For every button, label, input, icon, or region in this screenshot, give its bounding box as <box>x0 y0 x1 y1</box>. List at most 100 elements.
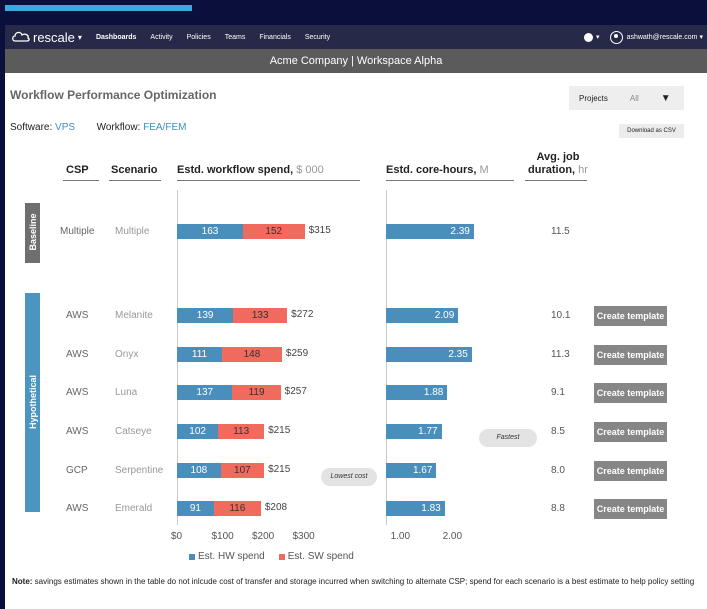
user-avatar-icon[interactable] <box>609 30 623 44</box>
nav-item-dashboards[interactable]: Dashboards <box>96 34 136 41</box>
create-template-button[interactable]: Create template <box>594 422 667 442</box>
avg-duration: 9.1 <box>551 387 565 398</box>
col-header-scenario: Scenario <box>111 164 158 176</box>
create-template-button[interactable]: Create template <box>594 499 667 519</box>
create-template-button[interactable]: Create template <box>594 306 667 326</box>
hypothetical-group-label: Hypothetical <box>28 375 38 430</box>
row-scenario: Emerald <box>115 503 153 514</box>
legend-hw-label: Est. HW spend <box>198 551 265 562</box>
col-header-duration: Avg. job duration, hr <box>527 151 589 177</box>
row-csp: AWS <box>66 503 89 514</box>
hw-spend-bar: 108 <box>177 463 221 478</box>
spend-axis-tick: $0 <box>171 531 183 542</box>
hw-spend-bar: 111 <box>177 347 222 362</box>
sw-spend-bar: 113 <box>218 424 265 439</box>
spend-header-unit: $ 000 <box>296 164 324 176</box>
row-scenario: Melanite <box>115 310 153 321</box>
software-value[interactable]: VPS <box>55 122 75 133</box>
hw-spend-bar: 139 <box>177 308 234 323</box>
header-underline-csp <box>63 180 99 181</box>
header-underline-core <box>386 180 514 181</box>
legend-sw-swatch <box>278 553 285 560</box>
col-header-csp: CSP <box>66 164 89 176</box>
projects-value: All <box>629 93 639 103</box>
nav-item-activity[interactable]: Activity <box>150 34 172 41</box>
footnote: Note: savings estimates shown in the tab… <box>12 576 702 587</box>
sw-spend-bar: 133 <box>233 308 288 323</box>
sw-spend-bar: 152 <box>243 224 305 239</box>
top-accent-stripe <box>5 5 192 11</box>
total-spend-label: $272 <box>291 309 314 320</box>
sw-spend-bar: 107 <box>220 463 265 478</box>
core-hours-bar: 1.88 <box>386 385 448 400</box>
total-spend-label: $259 <box>285 348 309 359</box>
header-underline-scenario <box>109 180 161 181</box>
sw-spend-bar: 119 <box>232 385 281 400</box>
projects-filter[interactable]: Projects All ▼ <box>569 86 684 110</box>
user-email[interactable]: ashwath@rescale.com <box>627 34 698 41</box>
lowest-cost-badge: Lowest cost <box>321 468 377 486</box>
sw-spend-bar: 116 <box>213 501 261 516</box>
software-label: Software: <box>10 122 53 133</box>
spend-axis-tick: $100 <box>211 531 234 542</box>
workflow-value[interactable]: FEA/FEM <box>143 122 186 133</box>
core-header-unit: M <box>479 164 489 176</box>
duration-header-line1: Avg. job <box>536 151 580 163</box>
fastest-badge: Fastest <box>479 429 537 447</box>
row-csp: GCP <box>66 465 88 476</box>
software-workflow-line: Software: VPS Workflow: FEA/FEM <box>10 122 186 133</box>
dropdown-arrow-icon[interactable]: ▼ <box>661 93 671 104</box>
hw-spend-bar: 91 <box>177 501 214 516</box>
create-template-button[interactable]: Create template <box>594 383 667 403</box>
spend-header-label: Estd. workflow spend, <box>177 164 294 176</box>
row-scenario: Multiple <box>115 226 150 237</box>
row-scenario: Onyx <box>115 349 139 360</box>
header-underline-duration <box>525 180 587 181</box>
spend-axis-tick: $200 <box>252 531 275 542</box>
nav-right: ▾ ashwath@rescale.com ▾ <box>584 25 703 49</box>
row-scenario: Luna <box>115 387 138 398</box>
core-hours-bar: 1.67 <box>386 463 437 478</box>
nav-menu: Dashboards Activity Policies Teams Financial… <box>96 34 344 41</box>
rescale-logo-icon <box>12 31 30 42</box>
nav-item-security[interactable]: Security <box>305 34 330 41</box>
avg-duration: 10.1 <box>551 310 571 321</box>
nav-item-teams[interactable]: Teams <box>225 34 246 41</box>
page-title: Workflow Performance Optimization <box>10 88 217 102</box>
globe-icon[interactable] <box>584 32 594 42</box>
top-nav: rescale ▾ Dashboards Activity Policies Team… <box>5 25 707 49</box>
create-template-button[interactable]: Create template <box>594 461 667 481</box>
workspace-title: Acme Company | Workspace Alpha <box>5 49 707 73</box>
avg-duration: 11.5 <box>551 226 570 237</box>
row-csp: AWS <box>66 310 89 321</box>
chevron-down-icon: ▾ <box>77 32 82 42</box>
core-hours-bar: 2.35 <box>386 347 472 362</box>
core-axis-tick: 1.00 <box>390 531 411 542</box>
avg-duration: 11.3 <box>551 349 570 360</box>
spend-axis-tick: $300 <box>292 531 315 542</box>
total-spend-label: $315 <box>308 225 331 236</box>
avg-duration: 8.8 <box>551 503 565 514</box>
hw-spend-bar: 163 <box>177 224 243 239</box>
core-header-label: Estd. core-hours, <box>386 164 477 176</box>
nav-item-financials[interactable]: Financials <box>259 34 291 41</box>
legend-hw-swatch <box>189 553 195 560</box>
header-underline-spend <box>177 180 360 181</box>
brand-logo[interactable]: rescale ▾ <box>11 30 82 45</box>
core-hours-bar: 1.77 <box>386 424 442 439</box>
total-spend-label: $208 <box>264 502 288 513</box>
row-csp: AWS <box>66 426 89 437</box>
row-csp: AWS <box>66 387 89 398</box>
avg-duration: 8.0 <box>551 465 565 476</box>
nav-item-policies[interactable]: Policies <box>187 34 211 41</box>
chevron-down-icon[interactable]: ▾ <box>699 33 703 41</box>
create-template-button[interactable]: Create template <box>594 345 667 365</box>
legend-sw-label: Est. SW spend <box>287 551 354 562</box>
chevron-down-icon[interactable]: ▾ <box>596 33 600 41</box>
download-csv-button[interactable]: Download as CSV <box>619 124 684 138</box>
col-header-core: Estd. core-hours, M <box>386 164 489 176</box>
core-hours-bar: 2.09 <box>386 308 459 323</box>
sw-spend-bar: 148 <box>221 347 282 362</box>
hw-spend-bar: 102 <box>177 424 219 439</box>
row-csp: AWS <box>66 349 89 360</box>
